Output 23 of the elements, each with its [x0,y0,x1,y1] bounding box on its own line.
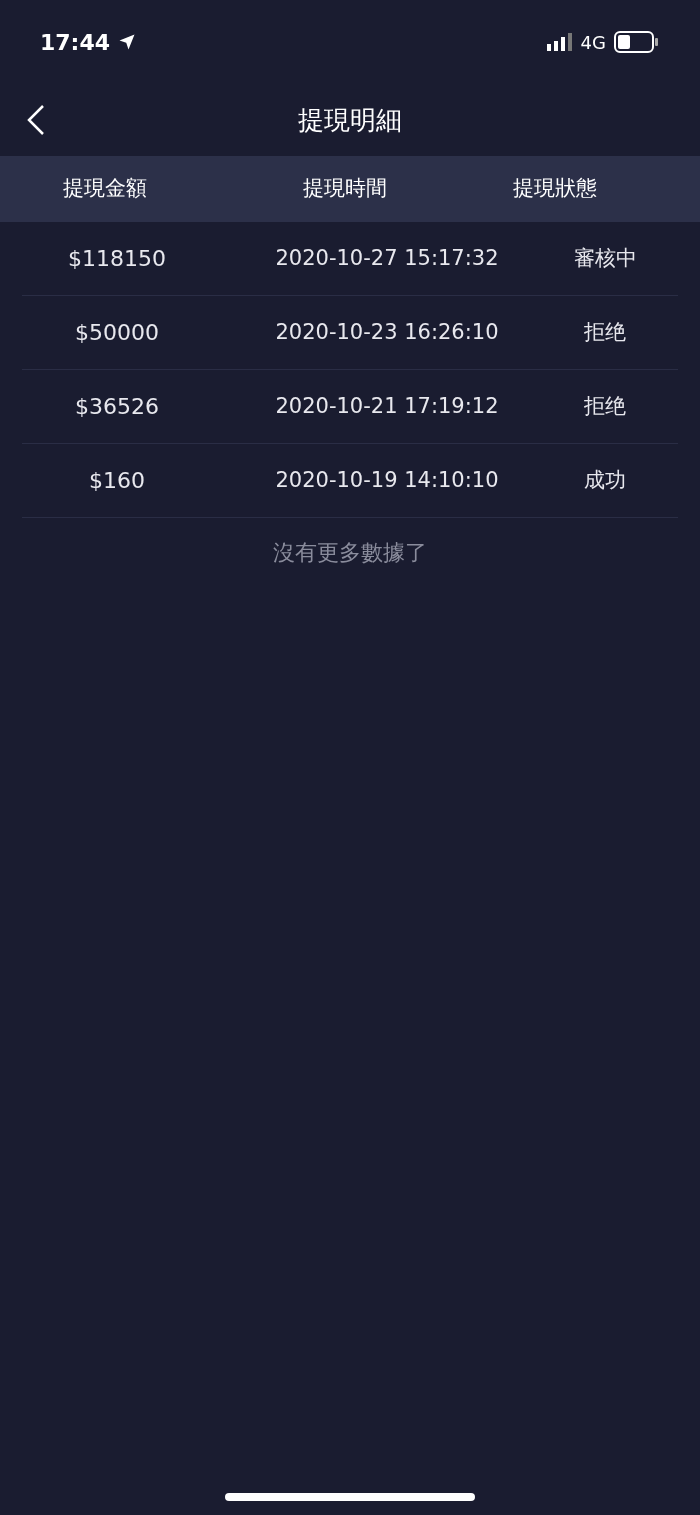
network-label: 4G [580,30,606,55]
status-cell-text: 拒绝 [584,392,626,420]
status-time: 17:44 [40,28,111,57]
battery-icon [614,31,660,53]
no-more-data-text: 沒有更多數據了 [273,539,427,567]
status-cell-text: 成功 [584,466,626,494]
time-cell-text: 2020-10-19 14:10:10 [275,466,499,494]
back-chevron-icon [26,104,46,136]
status-cell-text: 審核中 [573,244,637,272]
status-cell-text: 拒绝 [584,318,626,346]
amount-cell-text: $118150 [68,245,166,273]
location-arrow-icon [118,33,137,51]
time-cell-text: 2020-10-21 17:19:12 [275,392,499,420]
page-title: 提現明細 [298,103,402,137]
amount-cell-text: $160 [89,467,145,495]
signal-icon [546,33,573,51]
column-header: 提現金額 [63,175,147,203]
time-cell-text: 2020-10-23 16:26:10 [275,318,499,346]
column-header: 提現狀態 [513,175,597,203]
amount-cell-text: $36526 [75,393,159,421]
amount-cell-text: $50000 [75,319,159,347]
time-cell-text: 2020-10-27 15:17:32 [275,244,499,272]
column-header: 提現時間 [303,175,387,203]
